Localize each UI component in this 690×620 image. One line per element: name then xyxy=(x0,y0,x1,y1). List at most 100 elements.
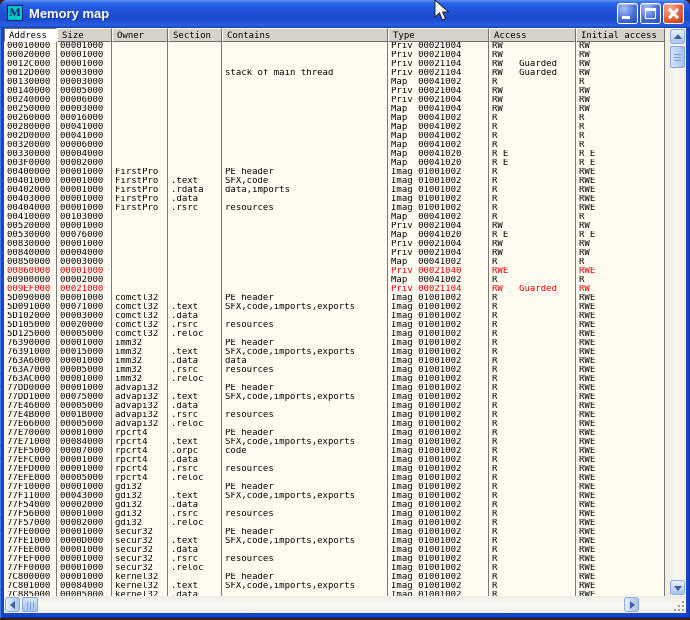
table-row[interactable]: 7639000000001000imm32PE headerImag 01001… xyxy=(4,339,665,348)
table-row[interactable]: 009EF00000021000Priv 00021104RW GuardedR… xyxy=(4,285,665,294)
column-header-address[interactable]: Address xyxy=(4,28,57,42)
table-row[interactable]: 77E6600000005000advapi32.relocImag 01001… xyxy=(4,420,665,429)
table-row[interactable]: 0040300000001000FirstPro.dataImag 010010… xyxy=(4,195,665,204)
table-row[interactable]: 002D000000041000Map 00041002RR xyxy=(4,132,665,141)
table-row[interactable]: 5D12500000005000comctl32.relocImag 01001… xyxy=(4,330,665,339)
table-row[interactable]: 77FEF00000001000secur32.rsrcresourcesIma… xyxy=(4,555,665,564)
table-row[interactable]: 003F000000002000Map 00041020R ER E xyxy=(4,159,665,168)
minimize-button[interactable] xyxy=(617,3,638,24)
column-header-initial_access[interactable]: Initial access xyxy=(576,28,665,42)
table-row[interactable]: 0014000000005000Priv 00021004RWRW xyxy=(4,87,665,96)
cell-owner: imm32 xyxy=(112,339,168,348)
column-header-size[interactable]: Size xyxy=(57,28,112,42)
table-row[interactable]: 763A700000005000imm32.rsrcresourcesImag … xyxy=(4,366,665,375)
table-row[interactable]: 7639100000015000imm32.textSFX,code,impor… xyxy=(4,348,665,357)
cell-address: 0012C000 xyxy=(4,60,57,69)
table-row[interactable]: 5D10500000020000comctl32.rsrcresourcesIm… xyxy=(4,321,665,330)
table-row[interactable]: 77FEE00000001000secur32.dataImag 0100100… xyxy=(4,546,665,555)
table-row[interactable]: 0001000000001000Priv 00021004RWRW xyxy=(4,42,665,51)
table-row[interactable]: 77FF000000001000secur32.relocImag 010010… xyxy=(4,564,665,573)
table-row[interactable]: 77F1000000001000gdi32PE headerImag 01001… xyxy=(4,483,665,492)
table-row[interactable]: 0052000000001000Priv 00021004RWRW xyxy=(4,222,665,231)
cell-owner: gdi32 xyxy=(112,510,168,519)
cell-address: 00401000 xyxy=(4,177,57,186)
table-row[interactable]: 0033000000004000Map 00041020R ER E xyxy=(4,150,665,159)
table-row[interactable]: 77E7100000084000rpcrt4.textSFX,code,impo… xyxy=(4,438,665,447)
table-row[interactable]: 77FE000000001000secur32PE headerImag 010… xyxy=(4,528,665,537)
table-row[interactable]: 0085000000003000Map 00041002RR xyxy=(4,258,665,267)
table-row[interactable]: 0024000000006000Priv 00021004RWRW xyxy=(4,96,665,105)
table-row[interactable]: 77DD000000001000advapi32PE headerImag 01… xyxy=(4,384,665,393)
table-row[interactable]: 77F5700000002000gdi32.relocImag 01001002… xyxy=(4,519,665,528)
table-row[interactable]: 77EF500000007000rpcrt4.orpccodeImag 0100… xyxy=(4,447,665,456)
table-row[interactable]: 0012D00000003000stack of main threadPriv… xyxy=(4,69,665,78)
table-row[interactable]: 77DD100000075000advapi32.textSFX,code,im… xyxy=(4,393,665,402)
table-row[interactable]: 77FE10000000D000secur32.textSFX,code,imp… xyxy=(4,537,665,546)
table-row[interactable]: 7C80000000001000kernel32PE headerImag 01… xyxy=(4,573,665,582)
cell-type: Map 00041002 xyxy=(388,276,489,285)
cell-address: 7C801000 xyxy=(4,582,57,591)
column-header-section[interactable]: Section xyxy=(168,28,222,42)
cell-owner: rpcrt4 xyxy=(112,438,168,447)
horizontal-scroll-thumb[interactable] xyxy=(22,597,38,612)
table-row[interactable]: 77EFC00000001000rpcrt4.dataImag 01001002… xyxy=(4,456,665,465)
table-row[interactable]: 763A600000001000imm32.datadataImag 01001… xyxy=(4,357,665,366)
table-row[interactable]: 0013000000003000Map 00041002RR xyxy=(4,78,665,87)
cell-contains xyxy=(222,312,388,321)
scroll-up-button[interactable] xyxy=(670,29,685,44)
column-header-access[interactable]: Access xyxy=(489,28,576,42)
table-row[interactable]: 0032000000006000Map 00041002RR xyxy=(4,141,665,150)
table-row[interactable]: 0026000000016000Map 00041002RR xyxy=(4,114,665,123)
table-row[interactable]: 0028000000041000Map 00041002RR xyxy=(4,123,665,132)
table-row[interactable]: 0040000000001000FirstProPE headerImag 01… xyxy=(4,168,665,177)
table-row[interactable]: 763AC00000001000imm32.relocImag 01001002… xyxy=(4,375,665,384)
titlebar[interactable]: M Memory map xyxy=(0,0,690,28)
table-row[interactable]: 0002000000001000Priv 00021004RWRW xyxy=(4,51,665,60)
cell-type: Map 00041002 xyxy=(388,123,489,132)
cell-section: .text xyxy=(168,303,222,312)
column-header-owner[interactable]: Owner xyxy=(112,28,168,42)
table-row[interactable]: 0025000000003000Map 00041004RWRW xyxy=(4,105,665,114)
table-row[interactable]: 0084000000004000Priv 00021004RWRW xyxy=(4,249,665,258)
table-row[interactable]: 77F5400000002000gdi32.dataImag 01001002R… xyxy=(4,501,665,510)
table-row[interactable]: 0040200000001000FirstPro.rdatadata,impor… xyxy=(4,186,665,195)
table-row[interactable]: 5D09000000001000comctl32PE headerImag 01… xyxy=(4,294,665,303)
table-row[interactable]: 0012C00000001000Priv 00021104RW GuardedR… xyxy=(4,60,665,69)
table-row[interactable]: 0040400000001000FirstPro.rsrcresourcesIm… xyxy=(4,204,665,213)
table-row[interactable]: 5D09100000071000comctl32.textSFX,code,im… xyxy=(4,303,665,312)
cell-initial_access: RWE xyxy=(576,375,665,384)
table-row[interactable]: 0090000000002000Map 00041002RR xyxy=(4,276,665,285)
table-row[interactable]: 77E7000000001000rpcrt4PE headerImag 0100… xyxy=(4,429,665,438)
cell-owner xyxy=(112,87,168,96)
table-row[interactable]: 0083000000001000Priv 00021004RWRW xyxy=(4,240,665,249)
resize-grip[interactable] xyxy=(672,599,685,612)
table-row[interactable]: 77E4B0000001B000advapi32.rsrcresourcesIm… xyxy=(4,411,665,420)
cell-type: Imag 01001002 xyxy=(388,204,489,213)
table-row[interactable]: 5D10200000003000comctl32.dataImag 010010… xyxy=(4,312,665,321)
table-row[interactable]: 77EFE00000005000rpcrt4.relocImag 0100100… xyxy=(4,474,665,483)
table-row[interactable]: 77EFD00000001000rpcrt4.rsrcresourcesImag… xyxy=(4,465,665,474)
cell-owner: advapi32 xyxy=(112,393,168,402)
column-header-type[interactable]: Type xyxy=(388,28,489,42)
column-header-contains[interactable]: Contains xyxy=(222,28,388,42)
maximize-button[interactable] xyxy=(640,3,661,24)
cell-type: Imag 01001002 xyxy=(388,186,489,195)
scroll-right-button[interactable] xyxy=(624,597,639,612)
close-button[interactable] xyxy=(663,3,684,24)
scroll-left-button[interactable] xyxy=(5,597,20,612)
cell-section xyxy=(168,87,222,96)
table-row[interactable]: 77F1100000043000gdi32.textSFX,code,impor… xyxy=(4,492,665,501)
table-row[interactable]: 77E4600000005000advapi32.dataImag 010010… xyxy=(4,402,665,411)
vertical-scrollbar[interactable] xyxy=(669,28,686,596)
table-row[interactable]: 0041000000103000Map 00041002RR xyxy=(4,213,665,222)
cell-initial_access: RWE xyxy=(576,321,665,330)
table-row[interactable]: 77F5600000001000gdi32.rsrcresourcesImag … xyxy=(4,510,665,519)
cell-access: R xyxy=(489,456,576,465)
table-row[interactable]: 0040100000001000FirstPro.textSFX,codeIma… xyxy=(4,177,665,186)
table-row[interactable]: 0086000000001000Priv 00021040RWERWE xyxy=(4,267,665,276)
table-row[interactable]: 0053000000076000Map 00041020R ER E xyxy=(4,231,665,240)
scroll-down-button[interactable] xyxy=(670,580,685,595)
table-row[interactable]: 7C80100000084000kernel32.textSFX,code,im… xyxy=(4,582,665,591)
horizontal-scrollbar[interactable] xyxy=(4,596,686,613)
vertical-scroll-thumb[interactable] xyxy=(670,46,685,68)
